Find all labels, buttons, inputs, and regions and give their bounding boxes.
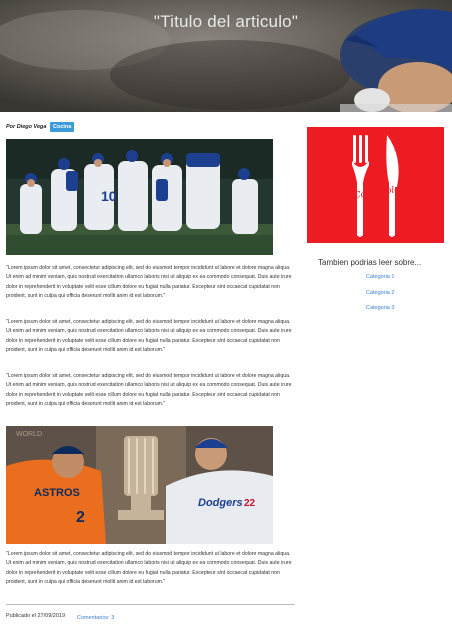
fork-knife-icon: Coca-Cola xyxy=(307,127,444,243)
world-banner-text: WORLD xyxy=(16,431,42,438)
article-paragraph: "Lorem ipsum dolor sit amet, consectetur… xyxy=(6,551,292,585)
dodgers-jersey-text: Dodgers xyxy=(198,497,243,509)
hero-banner: "Titulo del articulo" xyxy=(0,0,452,112)
dodgers-number: 22 xyxy=(244,498,256,509)
article-paragraph: "Lorem ipsum dolor sit amet, consectetur… xyxy=(6,319,292,353)
astros-jersey-text: ASTROS xyxy=(34,487,80,499)
comments-link[interactable]: Comentarios: 3 xyxy=(77,615,114,621)
sidebar-category-list: Categoria 1 Categoria 2 Categoria 3 xyxy=(366,274,394,321)
article-paragraph: "Lorem ipsum dolor sit amet, consectetur… xyxy=(6,265,292,299)
astros-number: 2 xyxy=(76,509,85,526)
page-title: "Titulo del articulo" xyxy=(153,12,299,31)
sidebar-link-categoria-2[interactable]: Categoria 2 xyxy=(366,290,394,306)
sidebar-link-categoria-1[interactable]: Categoria 1 xyxy=(366,274,394,290)
sidebar-ad[interactable]: Coca-Cola xyxy=(307,127,444,243)
category-badge[interactable]: Cocina xyxy=(50,122,75,132)
footer-divider xyxy=(6,604,295,605)
article-paragraph: "Lorem ipsum dolor sit amet, consectetur… xyxy=(6,373,292,407)
sidebar-heading: Tambien podrias leer sobre... xyxy=(318,258,422,267)
photo1-number: 10 xyxy=(101,188,117,204)
author-byline: Por Diego Vega xyxy=(6,124,47,130)
article-photo-celebration: 10 xyxy=(6,139,273,255)
article-photo-world-series: ASTROS 2 Dodgers 22 WORLD xyxy=(6,426,273,544)
sidebar-link-categoria-3[interactable]: Categoria 3 xyxy=(366,305,394,321)
publish-date: Publicado el 27/09/2019 xyxy=(6,613,66,619)
